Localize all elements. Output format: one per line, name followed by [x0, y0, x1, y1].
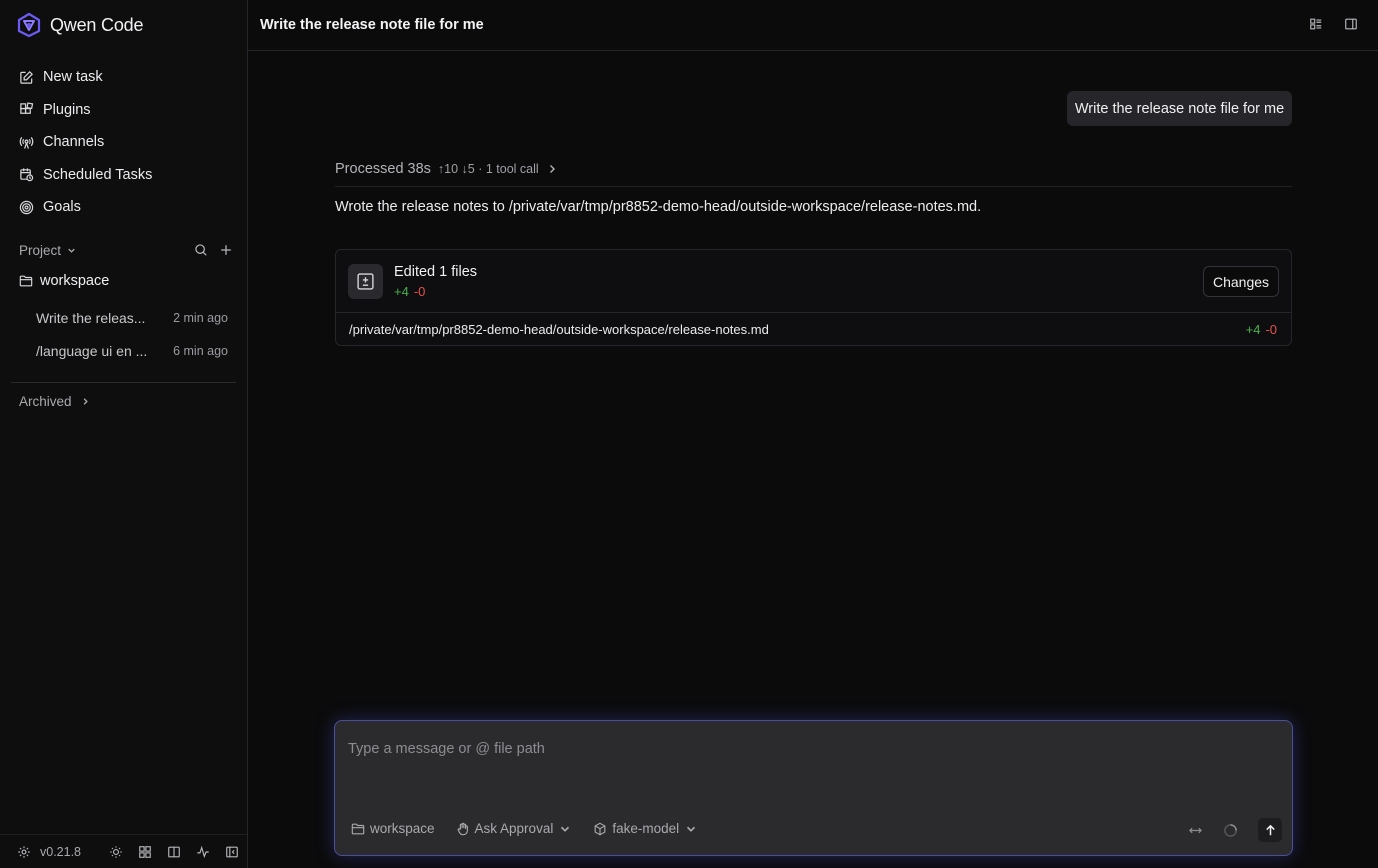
- workspace-selector[interactable]: workspace: [351, 821, 435, 836]
- project-dropdown[interactable]: Project: [19, 243, 77, 258]
- sidebar-collapse-icon: [225, 846, 238, 857]
- processed-divider: [335, 186, 1292, 187]
- session-item[interactable]: Write the releas... 2 min ago: [36, 308, 228, 328]
- session-title: Write the releas...: [36, 310, 146, 326]
- sidebar-footer: v0.21.8: [0, 834, 247, 868]
- edited-file-path[interactable]: /private/var/tmp/pr8852-demo-head/outsid…: [349, 322, 769, 337]
- composer-toolbar: workspace Ask Approval fake-model: [351, 821, 698, 836]
- edited-files-diff: +4 -0: [394, 284, 425, 299]
- loading-spinner-icon: [1224, 823, 1237, 837]
- chevron-right-icon: [83, 398, 88, 405]
- session-item[interactable]: /language ui en ... 6 min ago: [36, 341, 228, 361]
- cube-icon: [594, 822, 606, 835]
- file-lines-removed: -0: [1265, 322, 1277, 337]
- plus-icon[interactable]: [219, 243, 233, 257]
- brand[interactable]: Qwen Code: [16, 12, 143, 38]
- app-name: Qwen Code: [50, 14, 144, 35]
- user-message: Write the release note file for me: [1067, 91, 1292, 126]
- lines-added: +4: [394, 284, 409, 299]
- sidebar-item-new-task[interactable]: New task: [10, 61, 238, 94]
- approval-mode-dropdown[interactable]: Ask Approval: [456, 821, 573, 836]
- processed-stats: ↑10 ↓5 · 1 tool call: [437, 162, 539, 176]
- sidebar: Qwen Code New task Plugins Channels Sche…: [0, 0, 248, 868]
- session-time: 2 min ago: [173, 311, 228, 325]
- sidebar-item-label: Goals: [43, 199, 81, 216]
- file-lines-added: +4: [1245, 322, 1261, 337]
- header-actions: [1309, 17, 1358, 31]
- processed-label: Processed 38s: [335, 161, 431, 177]
- broadcast-icon: [19, 136, 34, 149]
- changes-button[interactable]: Changes: [1203, 266, 1279, 297]
- model-dropdown[interactable]: fake-model: [593, 821, 698, 836]
- grid-view-button[interactable]: [130, 845, 159, 859]
- search-icon[interactable]: [194, 243, 208, 257]
- assistant-message: Wrote the release notes to /private/var/…: [335, 199, 982, 215]
- list-view-icon[interactable]: [1309, 17, 1323, 31]
- project-folder[interactable]: workspace: [19, 273, 109, 289]
- edit-icon: [20, 70, 33, 84]
- workspace-label: workspace: [370, 821, 435, 836]
- message-composer: workspace Ask Approval fake-model: [334, 720, 1293, 856]
- sidebar-item-label: New task: [43, 69, 103, 86]
- edited-files-title: Edited 1 files: [394, 264, 478, 280]
- sidebar-item-label: Scheduled Tasks: [43, 166, 153, 183]
- hand-icon: [457, 822, 468, 835]
- sidebar-nav: New task Plugins Channels Scheduled Task…: [10, 61, 238, 224]
- session-time: 6 min ago: [173, 344, 228, 358]
- expand-horizontal-icon[interactable]: [1188, 823, 1203, 838]
- processed-summary[interactable]: Processed 38s ↑10 ↓5 · 1 tool call: [335, 161, 558, 177]
- chevron-down-icon: [561, 826, 570, 832]
- grid-icon: [138, 845, 151, 858]
- chevron-down-icon: [687, 826, 696, 832]
- lines-removed: -0: [413, 284, 426, 299]
- sidebar-item-plugins[interactable]: Plugins: [10, 94, 238, 127]
- approval-mode-label: Ask Approval: [474, 821, 554, 836]
- qwen-logo-icon: [17, 12, 41, 38]
- folder-icon: [19, 275, 33, 287]
- version-label: v0.21.8: [40, 844, 82, 859]
- sidebar-item-channels[interactable]: Channels: [10, 126, 238, 159]
- composer-actions: [1188, 818, 1282, 842]
- top-header: Write the release note file for me: [248, 0, 1378, 51]
- puzzle-icon: [20, 102, 34, 115]
- file-diff-stats: +4 -0: [1246, 322, 1277, 337]
- chevron-right-icon: [549, 165, 555, 173]
- page-title: Write the release note file for me: [260, 17, 484, 33]
- gear-icon[interactable]: [17, 845, 31, 859]
- columns-icon: [167, 846, 180, 857]
- panel-right-icon[interactable]: [1344, 17, 1358, 31]
- collapse-sidebar-button[interactable]: [217, 845, 246, 859]
- sidebar-item-goals[interactable]: Goals: [10, 191, 238, 224]
- edited-files-card: Edited 1 files +4 -0 Changes /private/va…: [335, 249, 1292, 346]
- archived-toggle[interactable]: Archived: [19, 394, 91, 409]
- folder-name: workspace: [40, 273, 110, 289]
- sidebar-divider: [11, 382, 236, 383]
- target-icon: [19, 200, 34, 214]
- sidebar-item-scheduled-tasks[interactable]: Scheduled Tasks: [10, 159, 238, 192]
- diff-file-icon: [348, 264, 383, 299]
- send-button[interactable]: [1258, 818, 1282, 842]
- chevron-down-icon: [68, 248, 75, 253]
- theme-toggle[interactable]: [101, 845, 130, 859]
- project-header: Project: [19, 240, 233, 260]
- activity-button[interactable]: [188, 845, 217, 859]
- calendar-clock-icon: [20, 168, 34, 182]
- model-label: fake-model: [612, 821, 680, 836]
- activity-icon: [196, 845, 209, 858]
- sidebar-item-label: Plugins: [43, 101, 91, 118]
- archived-label: Archived: [19, 394, 72, 409]
- project-actions: [194, 243, 233, 257]
- session-title: /language ui en ...: [36, 343, 148, 359]
- arrow-up-icon: [1265, 824, 1275, 835]
- card-divider: [336, 312, 1291, 313]
- sidebar-item-label: Channels: [43, 134, 105, 151]
- split-view-button[interactable]: [159, 845, 188, 859]
- project-label: Project: [19, 242, 62, 258]
- folder-icon: [351, 823, 365, 834]
- message-input[interactable]: [348, 741, 1248, 757]
- sun-icon: [109, 845, 122, 858]
